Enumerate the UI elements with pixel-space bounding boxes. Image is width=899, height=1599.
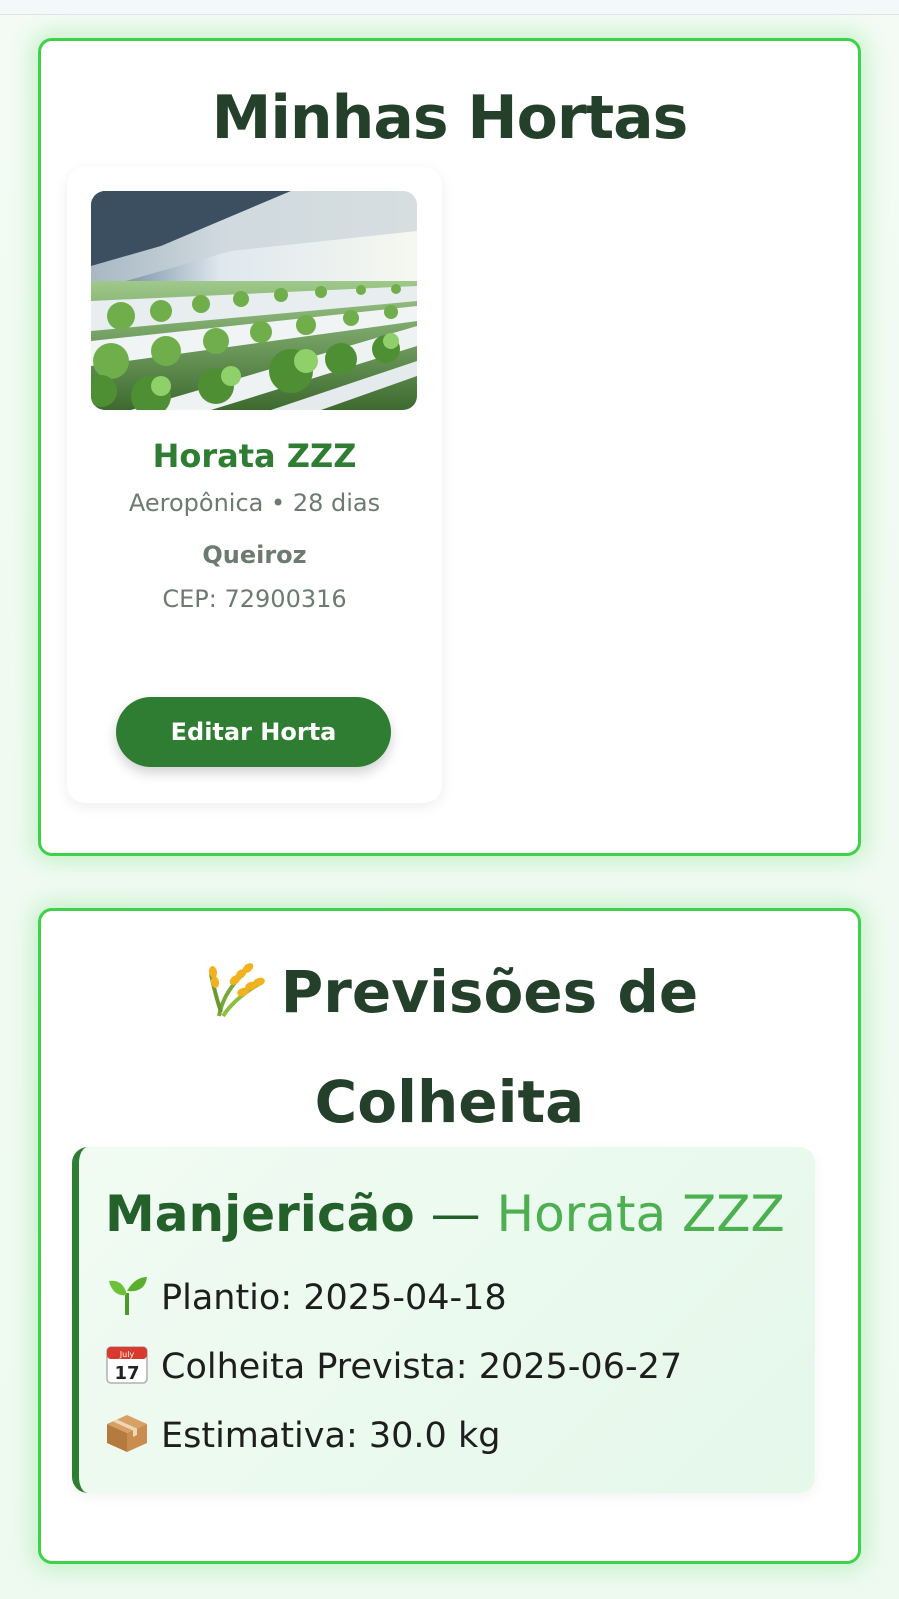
colheita-value: 2025-06-27	[478, 1347, 683, 1387]
horta-image	[91, 191, 417, 410]
edit-horta-button[interactable]: Editar Horta	[116, 697, 391, 767]
svg-text:17: 17	[114, 1363, 139, 1384]
horta-card: Horata ZZZ Aeropônica • 28 dias Queiroz …	[67, 167, 442, 803]
cep-label: CEP:	[162, 585, 217, 613]
forecast-horta-name: Horata ZZZ	[496, 1185, 785, 1243]
meta-separator: •	[271, 489, 286, 517]
estimativa-value: 30.0 kg	[368, 1416, 501, 1456]
plantio-label: Plantio:	[161, 1278, 293, 1318]
package-icon	[105, 1413, 149, 1453]
previsoes-title: Previsões de Colheita	[41, 941, 858, 1153]
colheita-line: July 17 Colheita Prevista: 2025-06-27	[105, 1344, 682, 1387]
horta-system: Aeropônica	[128, 489, 264, 517]
plantio-line: Plantio: 2025-04-18	[105, 1275, 507, 1318]
horta-cep: CEP: 72900316	[67, 585, 442, 613]
calendar-icon: July 17	[105, 1344, 149, 1384]
seedling-icon	[105, 1275, 149, 1315]
forecast-crop: Manjericão	[105, 1185, 415, 1243]
estimativa-label: Estimativa:	[161, 1416, 358, 1456]
plantio-value: 2025-04-18	[303, 1278, 507, 1318]
top-browser-strip	[0, 0, 899, 15]
forecast-separator: —	[430, 1185, 481, 1243]
greenhouse-image-icon	[91, 191, 417, 410]
horta-meta: Aeropônica • 28 dias	[67, 489, 442, 517]
horta-owner: Queiroz	[202, 541, 307, 569]
svg-text:July: July	[119, 1350, 135, 1359]
previsoes-title-text: Previsões de Colheita	[280, 958, 699, 1136]
hortas-panel: Minhas Hortas Horata ZZZ Aeropônica • 28…	[38, 38, 861, 856]
horta-name: Horata ZZZ	[152, 437, 357, 475]
colheita-label: Colheita Prevista:	[161, 1347, 468, 1387]
forecast-heading: Manjericão — Horata ZZZ	[105, 1185, 785, 1243]
previsoes-panel: Previsões de Colheita Manjericão — Horat…	[38, 908, 861, 1564]
horta-duration: 28 dias	[292, 489, 381, 517]
forecast-card: Manjericão — Horata ZZZ Plantio: 2025-04…	[72, 1147, 815, 1493]
cep-value: 72900316	[224, 585, 347, 613]
hortas-title: Minhas Hortas	[211, 83, 689, 153]
wheat-icon	[201, 949, 267, 1051]
estimativa-line: Estimativa: 30.0 kg	[105, 1413, 500, 1456]
